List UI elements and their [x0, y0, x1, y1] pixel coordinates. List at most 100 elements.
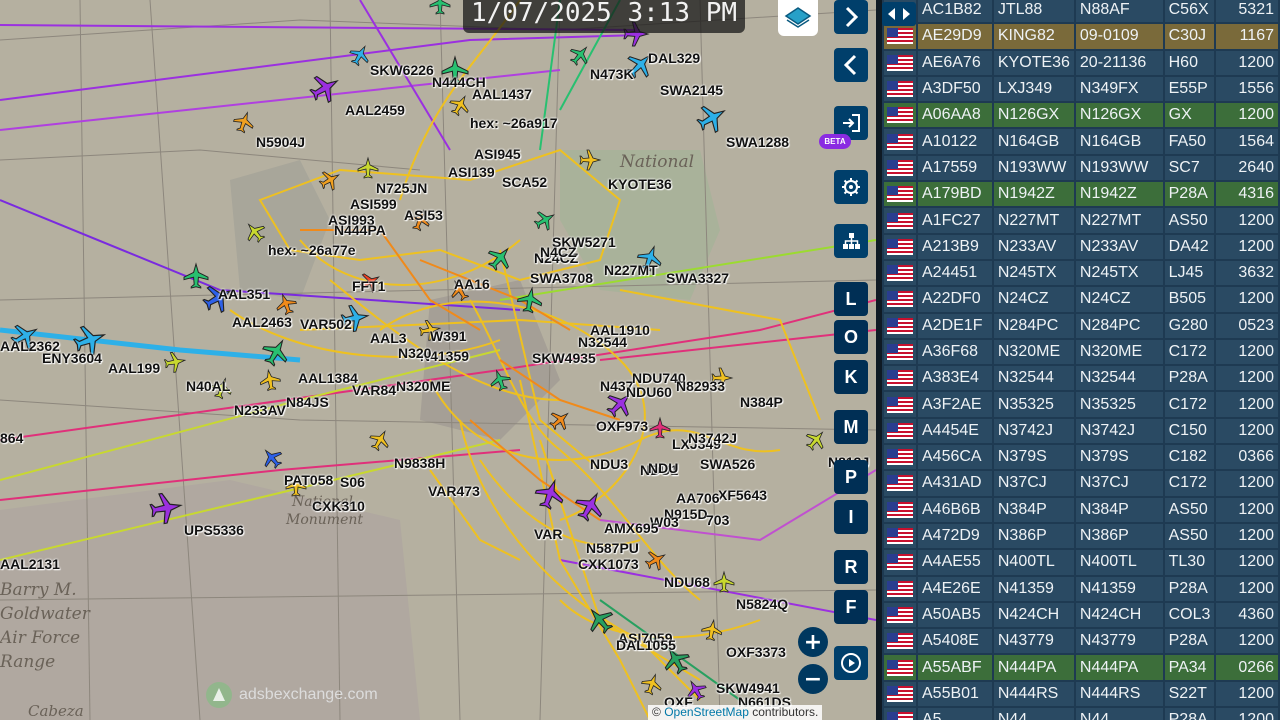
aircraft-row[interactable]: A55ABF N444PA N444PA PA34 0266 [884, 655, 1278, 680]
forward-button[interactable] [834, 0, 868, 34]
aircraft-label[interactable]: SWA2145 [660, 82, 723, 98]
aircraft-label[interactable]: VAR473 [428, 483, 480, 499]
toggle-button-o[interactable]: O [834, 320, 868, 354]
aircraft-row[interactable]: AC1B82 JTL88 N88AF C56X 5321 [884, 0, 1278, 23]
toggle-button-f[interactable]: F [834, 590, 868, 624]
panel-toggle-button[interactable] [882, 2, 916, 26]
aircraft-label[interactable]: AA16 [454, 276, 490, 292]
aircraft-label[interactable]: N384P [740, 394, 783, 410]
aircraft-row[interactable]: A55B01 N444RS N444RS S22T 1200 [884, 681, 1278, 707]
aircraft-label[interactable]: AAL3 [370, 330, 407, 346]
aircraft-label[interactable]: N444PA [334, 222, 386, 238]
aircraft-label[interactable]: NDU60 [626, 384, 672, 400]
aircraft-row[interactable]: A456CA N379S N379S C182 0366 [884, 445, 1278, 470]
aircraft-label[interactable]: N227MT [604, 262, 658, 278]
aircraft-label[interactable]: ASI139 [448, 164, 495, 180]
aircraft-label[interactable]: AA706 [676, 490, 720, 506]
aircraft-label[interactable]: N9838H [394, 455, 445, 471]
aircraft-label[interactable]: ASI945 [474, 146, 521, 162]
toggle-button-m[interactable]: M [834, 410, 868, 444]
aircraft-row[interactable]: A22DF0 N24CZ N24CZ B505 1200 [884, 287, 1278, 312]
aircraft-label[interactable]: DAL329 [648, 50, 700, 66]
aircraft-row[interactable]: AE29D9 KING82 09-0109 C30J 1167 [884, 24, 1278, 49]
filter-button[interactable] [834, 224, 868, 258]
zoom-out-button[interactable]: − [798, 664, 828, 694]
settings-button[interactable] [834, 170, 868, 204]
osm-link[interactable]: OpenStreetMap [664, 705, 749, 719]
aircraft-row[interactable]: A179BD N1942Z N1942Z P28A 4316 [884, 182, 1278, 207]
aircraft-row[interactable]: A4AE55 N400TL N400TL TL30 1200 [884, 550, 1278, 575]
aircraft-label[interactable]: XF5643 [718, 487, 767, 503]
replay-button[interactable] [834, 646, 868, 680]
aircraft-label[interactable]: N473K [590, 66, 634, 82]
aircraft-label[interactable]: OXF3373 [726, 644, 786, 660]
toggle-button-r[interactable]: R [834, 550, 868, 584]
aircraft-row[interactable]: AE6A76 KYOTE36 20-21136 H60 1200 [884, 50, 1278, 75]
aircraft-row[interactable]: A213B9 N233AV N233AV DA42 1200 [884, 234, 1278, 259]
aircraft-label[interactable]: SCA52 [502, 174, 547, 190]
aircraft-label[interactable]: 864 [0, 430, 23, 446]
aircraft-label[interactable]: N4CZ [540, 244, 577, 260]
aircraft-label[interactable]: N84JS [286, 394, 329, 410]
aircraft-label[interactable]: SWA526 [700, 456, 755, 472]
aircraft-row[interactable]: A3DF50 LXJ349 N349FX E55P 1556 [884, 76, 1278, 102]
aircraft-label[interactable]: AAL1437 [472, 86, 532, 102]
aircraft-label[interactable]: SKW6226 [370, 62, 434, 78]
aircraft-label[interactable]: PAT058 [284, 472, 333, 488]
aircraft-label[interactable]: W391 [430, 328, 467, 344]
aircraft-label[interactable]: N587PU [586, 540, 639, 556]
map-view[interactable]: National Barry M. Goldwater Air Force Ra… [0, 0, 876, 720]
aircraft-label[interactable]: UPS5336 [184, 522, 244, 538]
aircraft-label[interactable]: SWA3708 [530, 270, 593, 286]
aircraft-row[interactable]: A1FC27 N227MT N227MT AS50 1200 [884, 208, 1278, 233]
aircraft-label[interactable]: S06 [340, 474, 365, 490]
aircraft-label[interactable]: N233AV [234, 402, 286, 418]
aircraft-row[interactable]: A4E26E N41359 N41359 P28A 1200 [884, 576, 1278, 601]
aircraft-label[interactable]: SWA3327 [666, 270, 729, 286]
aircraft-row[interactable]: A36F68 N320ME N320ME C172 1200 [884, 339, 1278, 365]
aircraft-label[interactable]: N32544 [578, 334, 627, 350]
aircraft-row[interactable]: A431AD N37CJ N37CJ C172 1200 [884, 471, 1278, 496]
aircraft-label[interactable]: ASI53 [404, 207, 443, 223]
back-button[interactable] [834, 48, 868, 82]
aircraft-row[interactable]: A2DE1F N284PC N284PC G280 0523 [884, 313, 1278, 338]
aircraft-label[interactable]: hex: ~26a917 [470, 115, 558, 131]
aircraft-row[interactable]: A4454E N3742J N3742J C150 1200 [884, 418, 1278, 444]
toggle-button-k[interactable]: K [834, 360, 868, 394]
aircraft-label[interactable]: FFT1 [352, 278, 385, 294]
aircraft-label[interactable]: NDU3 [590, 456, 628, 472]
aircraft-label[interactable]: 703 [706, 512, 729, 528]
aircraft-label[interactable]: CXK1073 [578, 556, 639, 572]
aircraft-label[interactable]: DAL1055 [616, 637, 676, 653]
aircraft-row[interactable]: A5.... N44.... N44.... P28A 1200 [884, 708, 1278, 720]
aircraft-row[interactable]: A46B6B N384P N384P AS50 1200 [884, 497, 1278, 522]
aircraft-label[interactable]: VAR502 [300, 316, 352, 332]
aircraft-label[interactable]: AAL351 [218, 286, 270, 302]
aircraft-label[interactable]: KYOTE36 [608, 176, 672, 192]
aircraft-row[interactable]: A17559 N193WW N193WW SC7 2640 [884, 155, 1278, 181]
aircraft-row[interactable]: A50AB5 N424CH N424CH COL3 4360 [884, 602, 1278, 628]
aircraft-label[interactable]: SKW4935 [532, 350, 596, 366]
aircraft-row[interactable]: A5408E N43779 N43779 P28A 1200 [884, 629, 1278, 654]
aircraft-label[interactable]: N320 [398, 345, 431, 361]
aircraft-label[interactable]: hex: ~26a77e [268, 242, 356, 258]
aircraft-label[interactable]: N5904J [256, 134, 305, 150]
aircraft-label[interactable]: AAL1384 [298, 370, 358, 386]
aircraft-row[interactable]: A24451 N245TX N245TX LJ45 3632 [884, 260, 1278, 286]
aircraft-row[interactable]: A06AA8 N126GX N126GX GX 1200 [884, 103, 1278, 128]
aircraft-row[interactable]: A3F2AE N35325 N35325 C172 1200 [884, 392, 1278, 417]
aircraft-label[interactable]: SWA1288 [726, 134, 789, 150]
aircraft-label[interactable]: AAL2463 [232, 314, 292, 330]
aircraft-label[interactable]: VAR84 [352, 382, 396, 398]
aircraft-label[interactable]: N320ME [396, 378, 450, 394]
aircraft-row[interactable]: A10122 N164GB N164GB FA50 1564 [884, 129, 1278, 154]
toggle-button-l[interactable]: L [834, 282, 868, 316]
aircraft-label[interactable]: VAR [534, 526, 563, 542]
aircraft-label[interactable]: CXK310 [312, 498, 365, 514]
aircraft-label[interactable]: N82933 [676, 378, 725, 394]
aircraft-label[interactable]: AAL2459 [345, 102, 405, 118]
aircraft-table-panel[interactable]: AC1B82 JTL88 N88AF C56X 5321 AE29D9 KING82 09-0… [882, 0, 1280, 720]
aircraft-label[interactable]: N3742J [688, 430, 737, 446]
aircraft-label[interactable]: ASI599 [350, 196, 397, 212]
aircraft-label[interactable]: OXF973 [596, 418, 648, 434]
